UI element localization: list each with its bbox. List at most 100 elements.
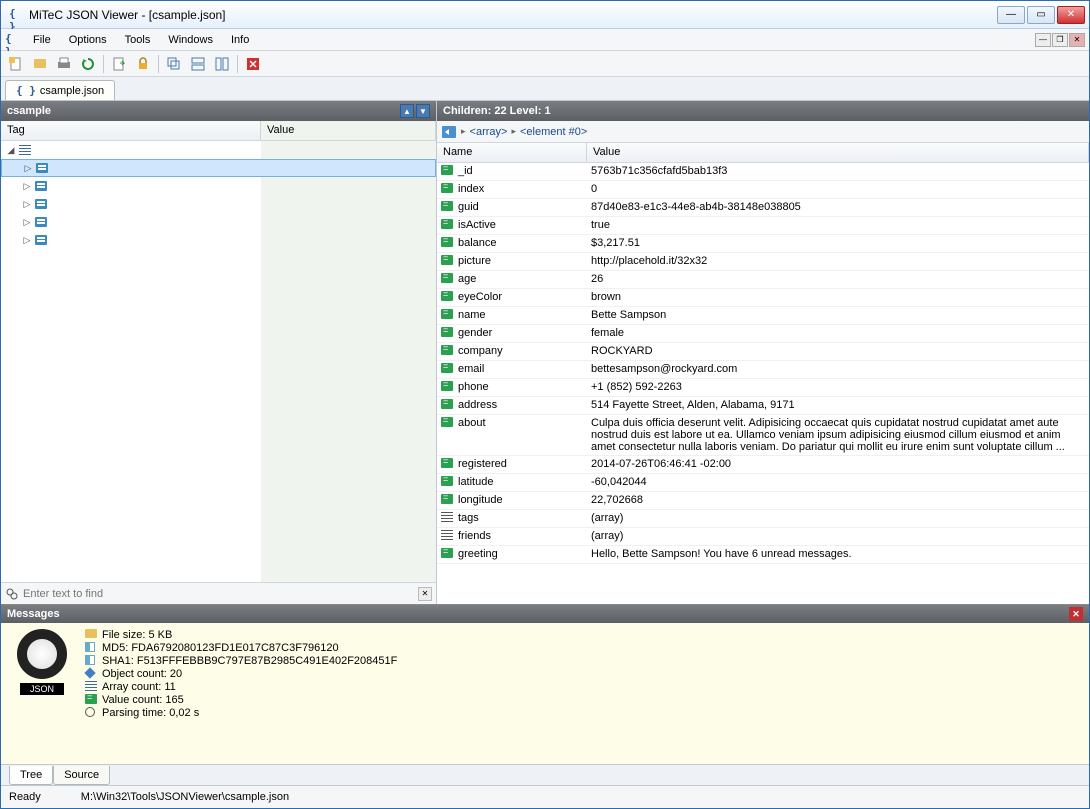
maximize-button[interactable]: ▭ [1027, 6, 1055, 24]
column-tag[interactable]: Tag [1, 121, 261, 140]
tree-child-row[interactable]: ▷ [1, 231, 436, 249]
detail-row[interactable]: balance$3,217.51 [437, 235, 1089, 253]
property-name: company [458, 345, 503, 357]
property-name: age [458, 273, 476, 285]
tree-child-row[interactable]: ▷ [1, 177, 436, 195]
property-value: (array) [587, 528, 1089, 544]
new-button[interactable] [5, 53, 27, 75]
lock-button[interactable] [132, 53, 154, 75]
status-path: M:\Win32\Tools\JSONViewer\csample.json [81, 791, 289, 803]
tile-horizontal-button[interactable] [187, 53, 209, 75]
print-button[interactable] [53, 53, 75, 75]
breadcrumb-root-icon[interactable] [441, 125, 457, 139]
property-value: (array) [587, 510, 1089, 526]
detail-row[interactable]: tags(array) [437, 510, 1089, 528]
array-icon [441, 512, 455, 524]
collapse-arrow-icon[interactable]: ◢ [5, 145, 17, 156]
document-tabs: { } csample.json [1, 77, 1089, 101]
clear-find-button[interactable]: ✕ [418, 587, 432, 601]
val-icon [85, 694, 99, 706]
value-icon [441, 494, 455, 506]
menu-windows[interactable]: Windows [160, 32, 221, 48]
detail-row[interactable]: age 26 [437, 271, 1089, 289]
expand-arrow-icon[interactable]: ▷ [22, 163, 34, 174]
expand-arrow-icon[interactable]: ▷ [21, 181, 33, 192]
property-value: 22,702668 [587, 492, 1089, 508]
detail-row[interactable]: eyeColorbrown [437, 289, 1089, 307]
expand-arrow-icon[interactable]: ▷ [21, 235, 33, 246]
tree-view[interactable]: ◢ ▷ ▷ ▷ ▷ ▷ [1, 141, 436, 582]
tree-pane: csample ▲ ▼ Tag Value ◢▷▷▷▷▷ [1, 101, 437, 604]
open-button[interactable] [29, 53, 51, 75]
find-input[interactable] [23, 588, 414, 600]
value-icon [441, 327, 455, 339]
detail-row[interactable]: nameBette Sampson [437, 307, 1089, 325]
mdi-minimize-button[interactable]: — [1035, 33, 1051, 47]
tree-root-row[interactable]: ◢ [1, 141, 436, 159]
refresh-button[interactable] [77, 53, 99, 75]
document-tab-label: csample.json [40, 85, 104, 97]
tile-vertical-button[interactable] [211, 53, 233, 75]
value-icon [441, 548, 455, 560]
expand-arrow-icon[interactable]: ▷ [21, 199, 33, 210]
menu-info[interactable]: Info [223, 32, 257, 48]
column-value[interactable]: Value [261, 121, 436, 140]
property-value: bettesampson@rockyard.com [587, 361, 1089, 377]
find-bar: ✕ [1, 582, 436, 604]
detail-row[interactable]: picturehttp://placehold.it/32x32 [437, 253, 1089, 271]
tab-source[interactable]: Source [53, 766, 110, 785]
property-name: guid [458, 201, 479, 213]
close-all-button[interactable] [242, 53, 264, 75]
column-value[interactable]: Value [587, 143, 1089, 162]
expand-arrow-icon[interactable]: ▷ [21, 217, 33, 228]
cascade-button[interactable] [163, 53, 185, 75]
chevron-right-icon: ▸ [461, 126, 466, 137]
array-icon [441, 530, 455, 542]
message-text: Array count: 11 [102, 681, 176, 693]
tree-child-row[interactable]: ▷ [1, 195, 436, 213]
breadcrumb-item[interactable]: <element #0> [520, 126, 587, 138]
clock-icon [85, 707, 99, 719]
column-name[interactable]: Name [437, 143, 587, 162]
detail-row[interactable]: address514 Fayette Street, Alden, Alabam… [437, 397, 1089, 415]
tree-child-row[interactable]: ▷ [1, 159, 436, 177]
detail-row[interactable]: latitude-60,042044 [437, 474, 1089, 492]
detail-row[interactable]: greetingHello, Bette Sampson! You have 6… [437, 546, 1089, 564]
mdi-close-button[interactable]: ✕ [1069, 33, 1085, 47]
menu-file[interactable]: File [25, 32, 59, 48]
property-value: 26 [587, 271, 1089, 287]
property-value: 5763b71c356cfafd5bab13f3 [587, 163, 1089, 179]
close-button[interactable]: ✕ [1057, 6, 1085, 24]
detail-row[interactable]: guid87d40e83-e1c3-44e8-ab4b-38148e038805 [437, 199, 1089, 217]
property-name: picture [458, 255, 491, 267]
export-button[interactable] [108, 53, 130, 75]
detail-row[interactable]: companyROCKYARD [437, 343, 1089, 361]
expand-all-button[interactable]: ▲ [400, 104, 414, 118]
messages-close-button[interactable]: ✕ [1069, 607, 1083, 621]
menu-options[interactable]: Options [61, 32, 115, 48]
detail-row[interactable]: friends(array) [437, 528, 1089, 546]
detail-row[interactable]: longitude22,702668 [437, 492, 1089, 510]
detail-row[interactable]: aboutCulpa duis officia deserunt velit. … [437, 415, 1089, 456]
detail-pane-title: Children: 22 Level: 1 [443, 105, 551, 117]
detail-row[interactable]: phone+1 (852) 592-2263 [437, 379, 1089, 397]
property-value: true [587, 217, 1089, 233]
detail-row[interactable]: genderfemale [437, 325, 1089, 343]
document-tab[interactable]: { } csample.json [5, 80, 115, 100]
detail-row[interactable]: index0 [437, 181, 1089, 199]
value-icon [441, 255, 455, 267]
tree-child-row[interactable]: ▷ [1, 213, 436, 231]
message-line: File size: 5 KB [85, 629, 397, 641]
tab-tree[interactable]: Tree [9, 766, 53, 785]
json-ring-icon [17, 629, 67, 679]
detail-grid[interactable]: _id5763b71c356cfafd5bab13f3index0guid87d… [437, 163, 1089, 604]
detail-row[interactable]: registered2014-07-26T06:46:41 -02:00 [437, 456, 1089, 474]
detail-row[interactable]: _id5763b71c356cfafd5bab13f3 [437, 163, 1089, 181]
detail-row[interactable]: isActivetrue [437, 217, 1089, 235]
mdi-restore-button[interactable]: ❐ [1052, 33, 1068, 47]
collapse-all-button[interactable]: ▼ [416, 104, 430, 118]
breadcrumb-item[interactable]: <array> [470, 126, 508, 138]
menu-tools[interactable]: Tools [117, 32, 159, 48]
minimize-button[interactable]: — [997, 6, 1025, 24]
detail-row[interactable]: emailbettesampson@rockyard.com [437, 361, 1089, 379]
